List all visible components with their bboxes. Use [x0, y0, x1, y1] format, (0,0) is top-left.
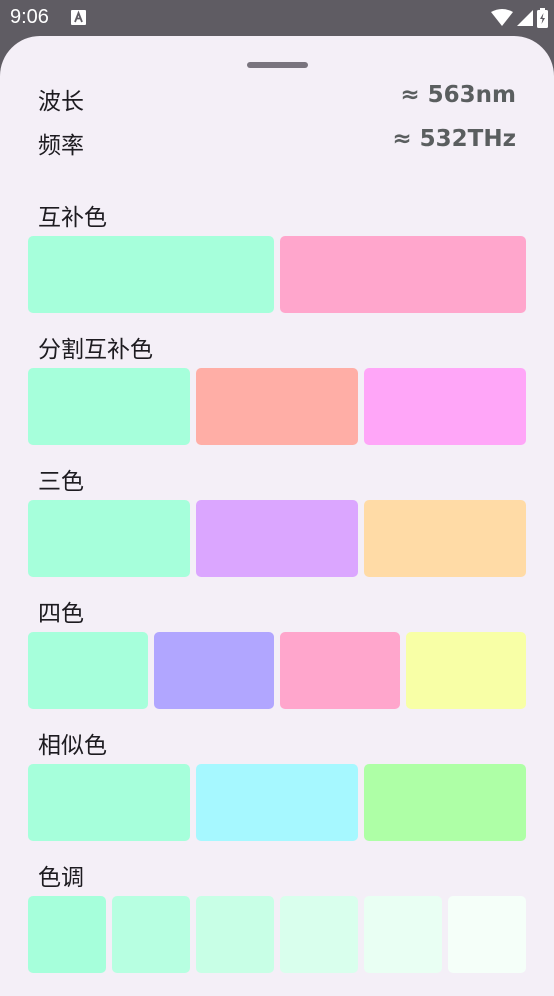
tetradic-title: 四色 [38, 601, 84, 627]
frequency-row: 频率 ≈ 532THz [38, 126, 516, 159]
wavelength-row: 波长 ≈ 563nm [38, 82, 516, 115]
color-swatch[interactable] [196, 764, 358, 841]
color-swatch[interactable] [28, 236, 274, 313]
wavelength-value: ≈ 563nm [400, 82, 516, 108]
battery-icon [537, 8, 548, 28]
color-swatch[interactable] [364, 500, 526, 577]
color-swatch[interactable] [154, 632, 274, 709]
analogous-title: 相似色 [38, 733, 107, 759]
status-time: 9:06 [10, 6, 49, 28]
a-letter-icon [71, 10, 86, 25]
color-swatch[interactable] [28, 500, 190, 577]
triadic-title: 三色 [38, 469, 84, 495]
tetradic-swatches [28, 632, 526, 709]
color-swatch[interactable] [280, 632, 400, 709]
bottom-sheet: 波长 ≈ 563nm 频率 ≈ 532THz 互补色 分割互补色 三色 四色 相… [0, 36, 554, 996]
complementary-title: 互补色 [38, 205, 107, 231]
status-icons [491, 7, 548, 29]
frequency-value: ≈ 532THz [392, 126, 516, 152]
color-swatch[interactable] [280, 896, 358, 973]
color-swatch[interactable] [364, 368, 526, 445]
color-swatch[interactable] [112, 896, 190, 973]
analogous-swatches [28, 764, 526, 841]
complementary-swatches [28, 236, 526, 313]
color-swatch[interactable] [196, 500, 358, 577]
frequency-label: 频率 [38, 133, 84, 159]
color-swatch[interactable] [406, 632, 526, 709]
drag-handle[interactable] [247, 62, 308, 68]
tints-swatches [28, 896, 526, 973]
wavelength-label: 波长 [38, 89, 84, 115]
color-swatch[interactable] [28, 896, 106, 973]
color-swatch[interactable] [364, 764, 526, 841]
split-complementary-swatches [28, 368, 526, 445]
color-swatch[interactable] [28, 632, 148, 709]
triadic-swatches [28, 500, 526, 577]
color-swatch[interactable] [280, 236, 526, 313]
color-swatch[interactable] [196, 368, 358, 445]
color-swatch[interactable] [28, 368, 190, 445]
status-bar: 9:06 [0, 0, 554, 36]
tints-title: 色调 [38, 865, 84, 891]
split-complementary-title: 分割互补色 [38, 337, 153, 363]
cell-signal-icon [517, 10, 533, 26]
color-swatch[interactable] [28, 764, 190, 841]
color-swatch[interactable] [196, 896, 274, 973]
color-swatch[interactable] [448, 896, 526, 973]
wifi-icon [491, 9, 513, 26]
color-swatch[interactable] [364, 896, 442, 973]
